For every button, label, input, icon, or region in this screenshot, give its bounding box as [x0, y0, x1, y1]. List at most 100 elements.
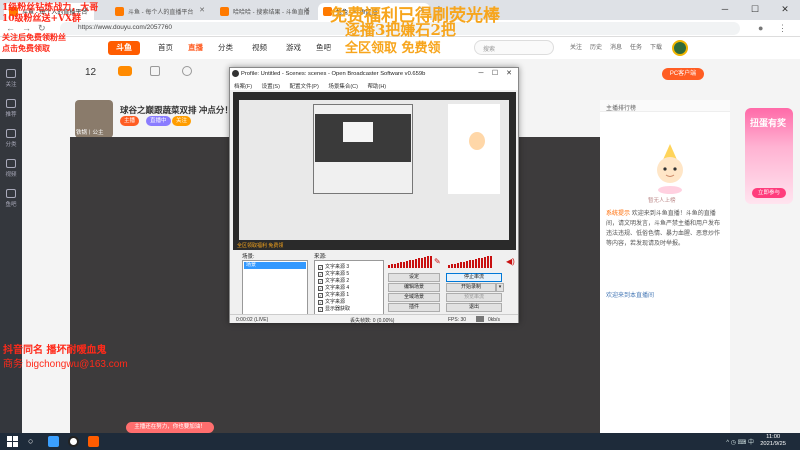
- play-icon: [6, 159, 16, 168]
- douyu-logo[interactable]: 斗鱼: [108, 41, 140, 55]
- plugins-button[interactable]: 插件: [388, 303, 440, 312]
- source-item[interactable]: ✓ 文字来源 5: [318, 270, 349, 277]
- window-controls: ─ ☐ ✕: [710, 0, 800, 20]
- grid-icon: [6, 129, 16, 138]
- checkbox-checked-icon[interactable]: ✓: [318, 307, 323, 312]
- streamer-name[interactable]: 铁锅丨公主: [76, 128, 104, 136]
- site-search-input[interactable]: 搜索: [474, 40, 554, 55]
- header-message[interactable]: 消息: [610, 42, 622, 51]
- scene-item[interactable]: 场景: [244, 262, 306, 269]
- share-icon[interactable]: [182, 66, 192, 76]
- chat-header[interactable]: 主播排行榜: [600, 100, 730, 112]
- close-tab-icon[interactable]: ✕: [304, 6, 310, 14]
- header-follow[interactable]: 关注: [570, 42, 582, 51]
- desktop-volume-meter: [388, 256, 432, 268]
- obs-menu-bar: 档案(F) 设置(S) 配置文件(P) 场景集合(C) 帮助(H): [230, 80, 518, 90]
- exit-button[interactable]: 退出: [446, 303, 502, 312]
- star-icon: [6, 99, 16, 108]
- mic-volume-meter: [448, 256, 492, 268]
- maximize-icon[interactable]: ☐: [488, 68, 502, 80]
- pc-client-button[interactable]: PC客户端: [662, 68, 704, 80]
- source-item[interactable]: ✓ 文字来源 2: [318, 277, 349, 284]
- overlay-text-4: 点击免费领取: [2, 43, 50, 53]
- taskbar-clock[interactable]: 11:00 2021/9/25: [760, 434, 786, 448]
- header-task[interactable]: 任务: [630, 42, 642, 51]
- close-tab-icon[interactable]: ✕: [199, 6, 205, 14]
- user-avatar[interactable]: [672, 40, 688, 56]
- status-indicator-icon: [476, 316, 484, 322]
- system-tray[interactable]: ^ ◷ ⌨ 中: [726, 437, 754, 446]
- sidebar-item-video[interactable]: 视频: [0, 159, 22, 178]
- sidebar-item-label: 视频: [5, 172, 17, 178]
- edit-scene-button[interactable]: 编辑场景: [388, 283, 440, 292]
- menu-help[interactable]: 帮助(H): [367, 84, 386, 90]
- follow-button[interactable]: 关注: [172, 116, 192, 126]
- source-item[interactable]: ✓ 文字来源 4: [318, 284, 349, 291]
- header-history[interactable]: 历史: [590, 42, 602, 51]
- sidebar-item-follow[interactable]: 关注: [0, 69, 22, 88]
- scenes-label: 场景:: [242, 254, 255, 260]
- close-window-icon[interactable]: ✕: [770, 0, 800, 20]
- global-sources-button[interactable]: 全域场景: [388, 293, 440, 302]
- overlay-text-2: 10级粉丝送+VX群: [2, 14, 82, 24]
- maximize-icon[interactable]: ☐: [740, 0, 770, 20]
- stop-stream-button[interactable]: 停止串流: [446, 273, 502, 282]
- minimize-icon[interactable]: ─: [710, 0, 740, 20]
- clock-date: 2021/9/25: [760, 441, 786, 447]
- obs-window[interactable]: Profile: Untitled - Scenes: scenes - Ope…: [229, 67, 519, 324]
- nav-game[interactable]: 游戏: [286, 42, 301, 53]
- nested-preview-inner: [343, 122, 373, 142]
- settings-button[interactable]: 设定: [388, 273, 440, 282]
- close-window-icon[interactable]: ✕: [502, 68, 516, 80]
- windows-start-icon[interactable]: [7, 436, 18, 447]
- bitrate-readout: 0kb/s: [488, 317, 500, 323]
- douyu-favicon-icon: [115, 7, 124, 16]
- sidebar-item-category[interactable]: 分类: [0, 129, 22, 148]
- source-item[interactable]: ✓ 文字来源 1: [318, 291, 349, 298]
- nav-fishbar[interactable]: 鱼吧: [316, 42, 331, 53]
- mic-icon[interactable]: ✎: [434, 257, 441, 266]
- sidebar-item-label: 推荐: [5, 112, 17, 118]
- browser-tab[interactable]: 哈哈哈 - 搜索结果 - 斗鱼直播 ✕: [215, 3, 315, 20]
- obs-title-text: Profile: Untitled - Scenes: scenes - Ope…: [241, 71, 426, 77]
- menu-file[interactable]: 档案(F): [234, 84, 252, 90]
- left-sidebar: 关注 推荐 分类 视频 鱼吧: [0, 59, 22, 433]
- source-item[interactable]: ✓ 文字来源: [318, 298, 345, 305]
- menu-settings[interactable]: 设置(S): [262, 84, 280, 90]
- source-item[interactable]: ✓ 显示器获取: [318, 305, 350, 312]
- minimize-icon[interactable]: ─: [474, 68, 488, 80]
- profile-icon[interactable]: ●: [758, 23, 763, 33]
- sidebar-item-label: 分类: [5, 142, 17, 148]
- obs-status-bar: 0:00:02 (LIVE) 丢失帧数: 0 (0.00%) FPS: 30 0…: [230, 314, 518, 324]
- nav-live[interactable]: 直播: [188, 42, 203, 53]
- nav-video[interactable]: 视频: [252, 42, 267, 53]
- obs-taskbar-icon[interactable]: [68, 436, 79, 447]
- tab-title: 哈哈哈 - 搜索结果 - 斗鱼直播: [233, 10, 310, 16]
- source-item[interactable]: ✓ 文字来源 3: [318, 263, 349, 270]
- chat-system-message: 系统提示 欢迎来到斗鱼直播！斗鱼的直播间，请文明发言，斗鱼严禁主播和用户发布违法…: [606, 209, 724, 249]
- app-icon-blue[interactable]: [48, 436, 59, 447]
- record-dropdown-icon[interactable]: ▾: [496, 283, 504, 292]
- start-record-button[interactable]: 开始录制: [446, 283, 496, 292]
- speaker-icon[interactable]: ◀): [506, 257, 515, 266]
- menu-scene-collection[interactable]: 场景集合(C): [328, 84, 358, 90]
- mascot-caption: 暂无人上榜: [648, 198, 676, 204]
- sidebar-item-recommend[interactable]: 推荐: [0, 99, 22, 118]
- search-icon[interactable]: ○: [28, 436, 39, 447]
- scenes-list[interactable]: 场景: [242, 260, 308, 318]
- obs-window-controls: ─ ☐ ✕: [474, 68, 516, 80]
- sidebar-item-fishbar[interactable]: 鱼吧: [0, 189, 22, 208]
- nav-home[interactable]: 首页: [158, 42, 173, 53]
- douyu-favicon-icon: [220, 7, 229, 16]
- sources-list[interactable]: ✓ 文字来源 3 ✓ 文字来源 5 ✓ 文字来源 2 ✓ 文字来源 4 ✓ 文字来源 1 …: [314, 260, 384, 318]
- menu-profile[interactable]: 配置文件(P): [289, 84, 318, 90]
- header-download[interactable]: 下载: [650, 42, 662, 51]
- ad-button[interactable]: 立即参与: [752, 188, 786, 198]
- app-icon-orange[interactable]: [88, 436, 99, 447]
- menu-icon[interactable]: ⋮: [778, 23, 787, 34]
- gift-icon[interactable]: [150, 66, 160, 76]
- sources-label: 来源:: [314, 254, 327, 260]
- browser-tab[interactable]: 斗鱼 - 每个人的直播平台 ✕: [110, 3, 210, 20]
- nav-category[interactable]: 分类: [218, 42, 233, 53]
- viewer-count: 12: [85, 67, 97, 78]
